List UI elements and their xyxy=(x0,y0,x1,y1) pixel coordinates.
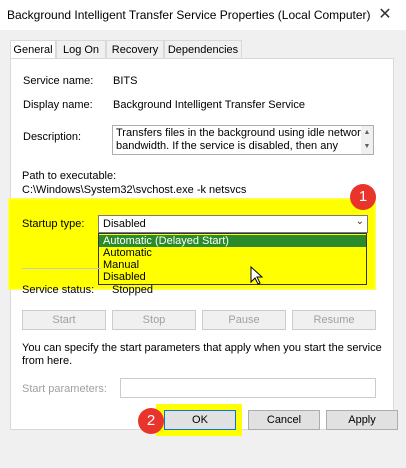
tab-label: Log On xyxy=(62,44,100,56)
mouse-pointer-icon xyxy=(250,265,264,289)
tab-label: Dependencies xyxy=(167,44,239,56)
title-bar: Background Intelligent Transfer Service … xyxy=(0,0,406,30)
description-line: bandwidth. If the service is disabled, t… xyxy=(116,140,338,152)
description-scrollbar[interactable]: ▲ ▼ xyxy=(361,126,373,154)
service-status-value: Stopped xyxy=(112,284,153,296)
path-value: C:\Windows\System32\svchost.exe -k netsv… xyxy=(22,184,247,196)
description-box[interactable]: Transfers files in the background using … xyxy=(112,125,374,155)
startup-type-select[interactable]: Disabled ⌄ xyxy=(98,215,368,233)
description-label: Description: xyxy=(23,131,82,143)
start-parameters-input[interactable] xyxy=(120,378,376,398)
option-automatic[interactable]: Automatic xyxy=(99,247,366,259)
option-disabled[interactable]: Disabled xyxy=(99,271,366,283)
close-icon[interactable]: ✕ xyxy=(370,5,400,25)
scroll-up-icon[interactable]: ▲ xyxy=(361,126,373,140)
scroll-down-icon[interactable]: ▼ xyxy=(361,140,373,154)
step-badge-2: 2 xyxy=(138,408,164,434)
service-status-label: Service status: xyxy=(22,284,95,296)
service-name-label: Service name: xyxy=(23,75,94,87)
description-line: Transfers files in the background using … xyxy=(116,127,367,139)
start-parameters-label: Start parameters: xyxy=(22,383,107,395)
path-label: Path to executable: xyxy=(22,170,117,182)
pause-button[interactable]: Pause xyxy=(202,310,286,330)
cancel-button[interactable]: Cancel xyxy=(248,410,320,430)
tab-label: Recovery xyxy=(111,44,159,56)
resume-button[interactable]: Resume xyxy=(292,310,376,330)
step-badge-1: 1 xyxy=(350,184,376,210)
divider xyxy=(22,268,102,269)
tab-label: General xyxy=(13,44,53,56)
startup-type-value: Disabled xyxy=(103,218,146,230)
display-name-label: Display name: xyxy=(23,99,93,111)
option-manual[interactable]: Manual xyxy=(99,259,366,271)
tab-dependencies[interactable]: Dependencies xyxy=(164,40,242,60)
dialog-body: General Log On Recovery Dependencies Ser… xyxy=(0,30,406,468)
start-button[interactable]: Start xyxy=(22,310,106,330)
help-text-line: from here. xyxy=(22,355,73,367)
stop-button[interactable]: Stop xyxy=(112,310,196,330)
window-title: Background Intelligent Transfer Service … xyxy=(7,8,371,22)
tab-recovery[interactable]: Recovery xyxy=(106,40,164,60)
chevron-down-icon[interactable]: ⌄ xyxy=(356,216,364,227)
tab-log-on[interactable]: Log On xyxy=(56,40,106,60)
startup-type-dropdown: Automatic (Delayed Start) Automatic Manu… xyxy=(98,233,367,285)
startup-type-label: Startup type: xyxy=(22,218,85,230)
display-name-value: Background Intelligent Transfer Service xyxy=(113,99,305,111)
apply-button[interactable]: Apply xyxy=(326,410,398,430)
ok-button[interactable]: OK xyxy=(164,410,236,430)
service-name-value: BITS xyxy=(113,75,138,87)
help-text-line: You can specify the start parameters tha… xyxy=(22,342,382,354)
option-automatic-delayed[interactable]: Automatic (Delayed Start) xyxy=(99,235,366,247)
